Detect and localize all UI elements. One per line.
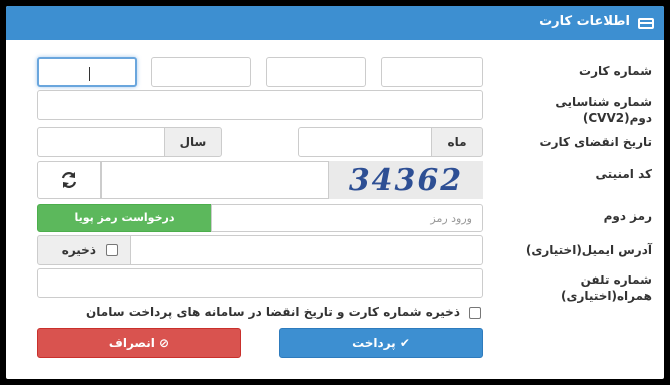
expiry-label: تاریخ انقضای کارت <box>539 135 652 149</box>
expiry-month-input[interactable] <box>298 127 432 157</box>
email-save-addon: ذخیره <box>37 235 131 265</box>
request-dynamic-password-button[interactable]: درخواست رمز پویا <box>37 204 212 232</box>
cancel-button-label: انصراف <box>108 336 155 350</box>
phone-label: شماره تلفن همراه(اختیاری) <box>512 272 652 304</box>
captcha-refresh-button[interactable] <box>37 161 101 199</box>
cvv2-input[interactable] <box>37 90 483 120</box>
phone-label-line-1: شماره تلفن <box>580 273 652 287</box>
email-save-label: ذخیره <box>61 243 96 257</box>
expiry-year-input[interactable] <box>37 127 165 157</box>
card-number-part-3-input[interactable] <box>266 57 366 87</box>
captcha-label: کد امنیتی <box>595 167 652 181</box>
panel-title: اطلاعات کارت <box>539 14 630 29</box>
phone-label-line-2: همراه(اختیاری) <box>561 289 652 303</box>
card-info-panel: اطلاعات کارت شماره کارت شماره شناسایی دو… <box>6 6 664 379</box>
email-save-checkbox[interactable] <box>106 244 118 256</box>
year-addon: سال <box>164 127 222 157</box>
phone-input[interactable] <box>37 268 483 298</box>
save-card-checkbox[interactable] <box>469 307 481 319</box>
credit-card-icon <box>638 18 654 29</box>
refresh-icon <box>61 172 77 188</box>
cvv2-label-line-1: شماره شناسایی <box>555 95 652 109</box>
cancel-button[interactable]: ⊘ انصراف <box>37 328 241 358</box>
month-addon: ماه <box>431 127 483 157</box>
text-caret <box>89 67 90 81</box>
pay-button-label: پرداخت <box>352 336 396 350</box>
email-label: آدرس ایمیل(اختیاری) <box>525 243 652 257</box>
captcha-image: 34362 <box>329 161 483 199</box>
second-password-input[interactable]: ورود رمز <box>211 204 483 232</box>
save-card-text: ذخیره شماره کارت و تاریخ انقضا در سامانه… <box>86 305 460 319</box>
cancel-icon: ⊘ <box>159 336 170 350</box>
card-number-part-2-input[interactable] <box>151 57 251 87</box>
captcha-input[interactable] <box>101 161 329 199</box>
card-number-label: شماره کارت <box>579 64 652 78</box>
checkmark-icon: ✔ <box>399 336 410 350</box>
second-password-placeholder: ورود رمز <box>430 212 472 225</box>
cvv2-label-line-2: دوم(CVV2) <box>582 111 652 125</box>
second-password-label: رمز دوم <box>603 209 652 223</box>
card-number-part-4-input[interactable] <box>381 57 483 87</box>
panel-header: اطلاعات کارت <box>6 6 664 40</box>
cvv2-label: شماره شناسایی دوم(CVV2) <box>512 94 652 126</box>
card-number-part-1-input[interactable] <box>37 57 137 87</box>
email-input[interactable] <box>130 235 483 265</box>
pay-button[interactable]: ✔ پرداخت <box>279 328 483 358</box>
